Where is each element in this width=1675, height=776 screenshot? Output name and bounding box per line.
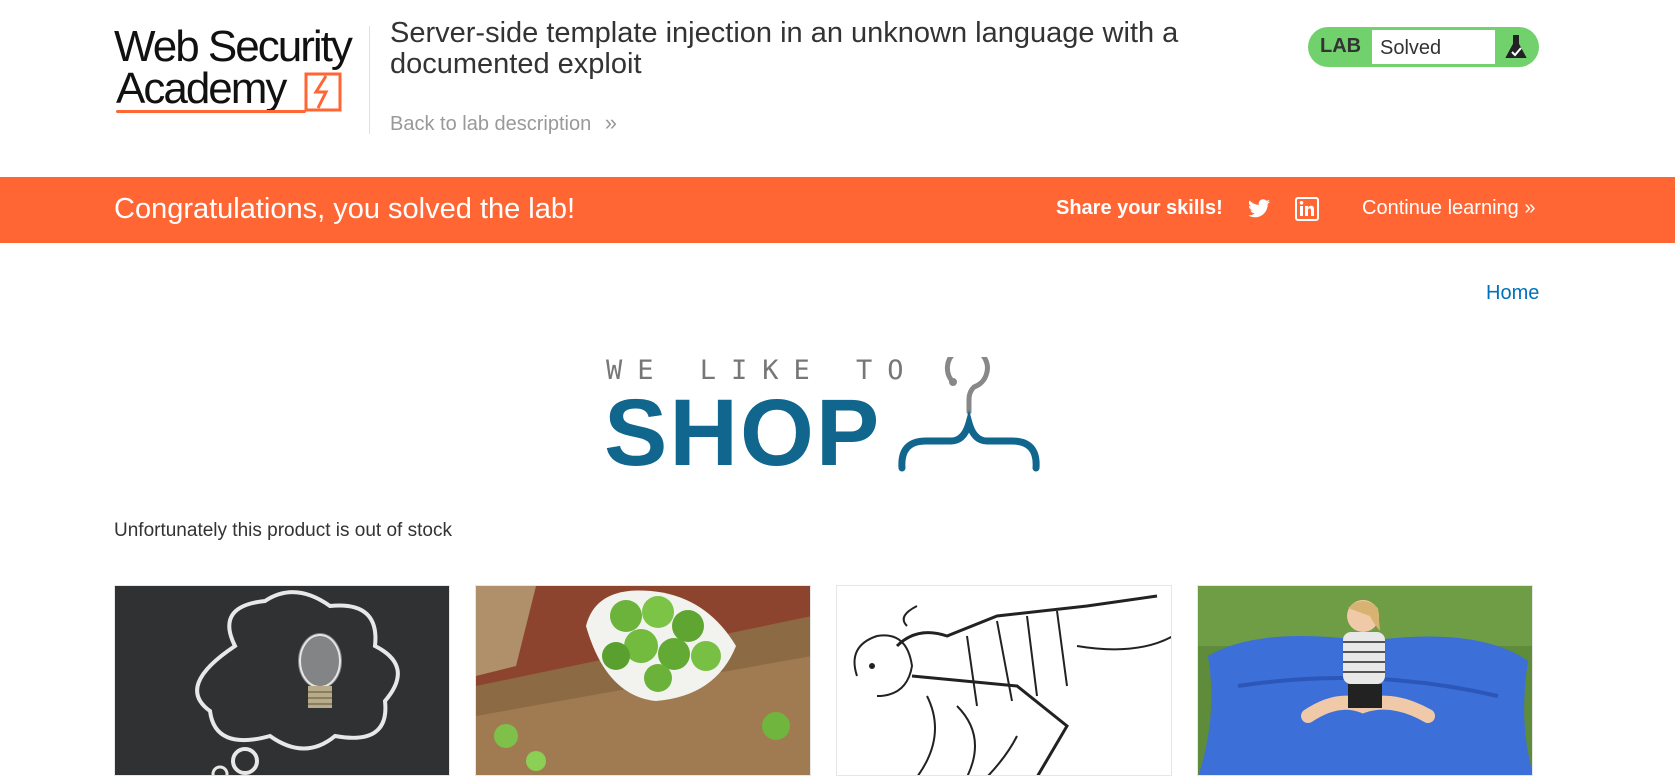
status-text: Solved	[1380, 37, 1442, 59]
twitter-icon[interactable]	[1246, 197, 1272, 221]
lab-status-badge: LAB Solved	[1308, 27, 1539, 67]
flask-icon	[1505, 35, 1527, 58]
solved-banner: Congratulations, you solved the lab! Sha…	[0, 177, 1675, 243]
shop-logo: WE LIKE TO SHOP	[604, 355, 1046, 483]
lab-title: Server-side template injection in an unk…	[390, 17, 1179, 80]
back-to-description-link[interactable]: Back to lab description »	[390, 110, 617, 136]
out-of-stock-message: Unfortunately this product is out of sto…	[114, 520, 452, 541]
status-box: Solved	[1371, 29, 1496, 65]
back-link-label: Back to lab description	[390, 113, 592, 135]
shop-word: SHOP	[604, 380, 882, 486]
continue-learning-link[interactable]: Continue learning »	[1362, 197, 1535, 220]
lab-tag: LAB	[1320, 35, 1362, 57]
double-chevron-right-icon: »	[1524, 197, 1536, 219]
hanger-icon	[898, 357, 1040, 472]
home-link[interactable]: Home	[1486, 282, 1539, 305]
product-image-sprouts[interactable]	[475, 585, 811, 776]
double-chevron-right-icon: »	[604, 110, 618, 135]
web-security-academy-logo[interactable]: Web Security Academy	[114, 24, 366, 116]
product-image-sketch[interactable]	[836, 585, 1172, 776]
lightning-bolt-icon	[304, 72, 342, 112]
header-divider	[369, 26, 370, 134]
logo-underline	[116, 110, 306, 113]
share-skills-label: Share your skills!	[1056, 197, 1223, 219]
linkedin-icon[interactable]	[1295, 197, 1319, 221]
product-image-lightbulb[interactable]	[114, 585, 450, 776]
lab-header: Web Security Academy Server-side templat…	[0, 0, 1675, 177]
continue-learning-label: Continue learning	[1362, 197, 1519, 219]
product-image-beanbag[interactable]	[1197, 585, 1533, 776]
congratulations-message: Congratulations, you solved the lab!	[114, 193, 576, 225]
logo-text-line2: Academy	[116, 64, 287, 113]
